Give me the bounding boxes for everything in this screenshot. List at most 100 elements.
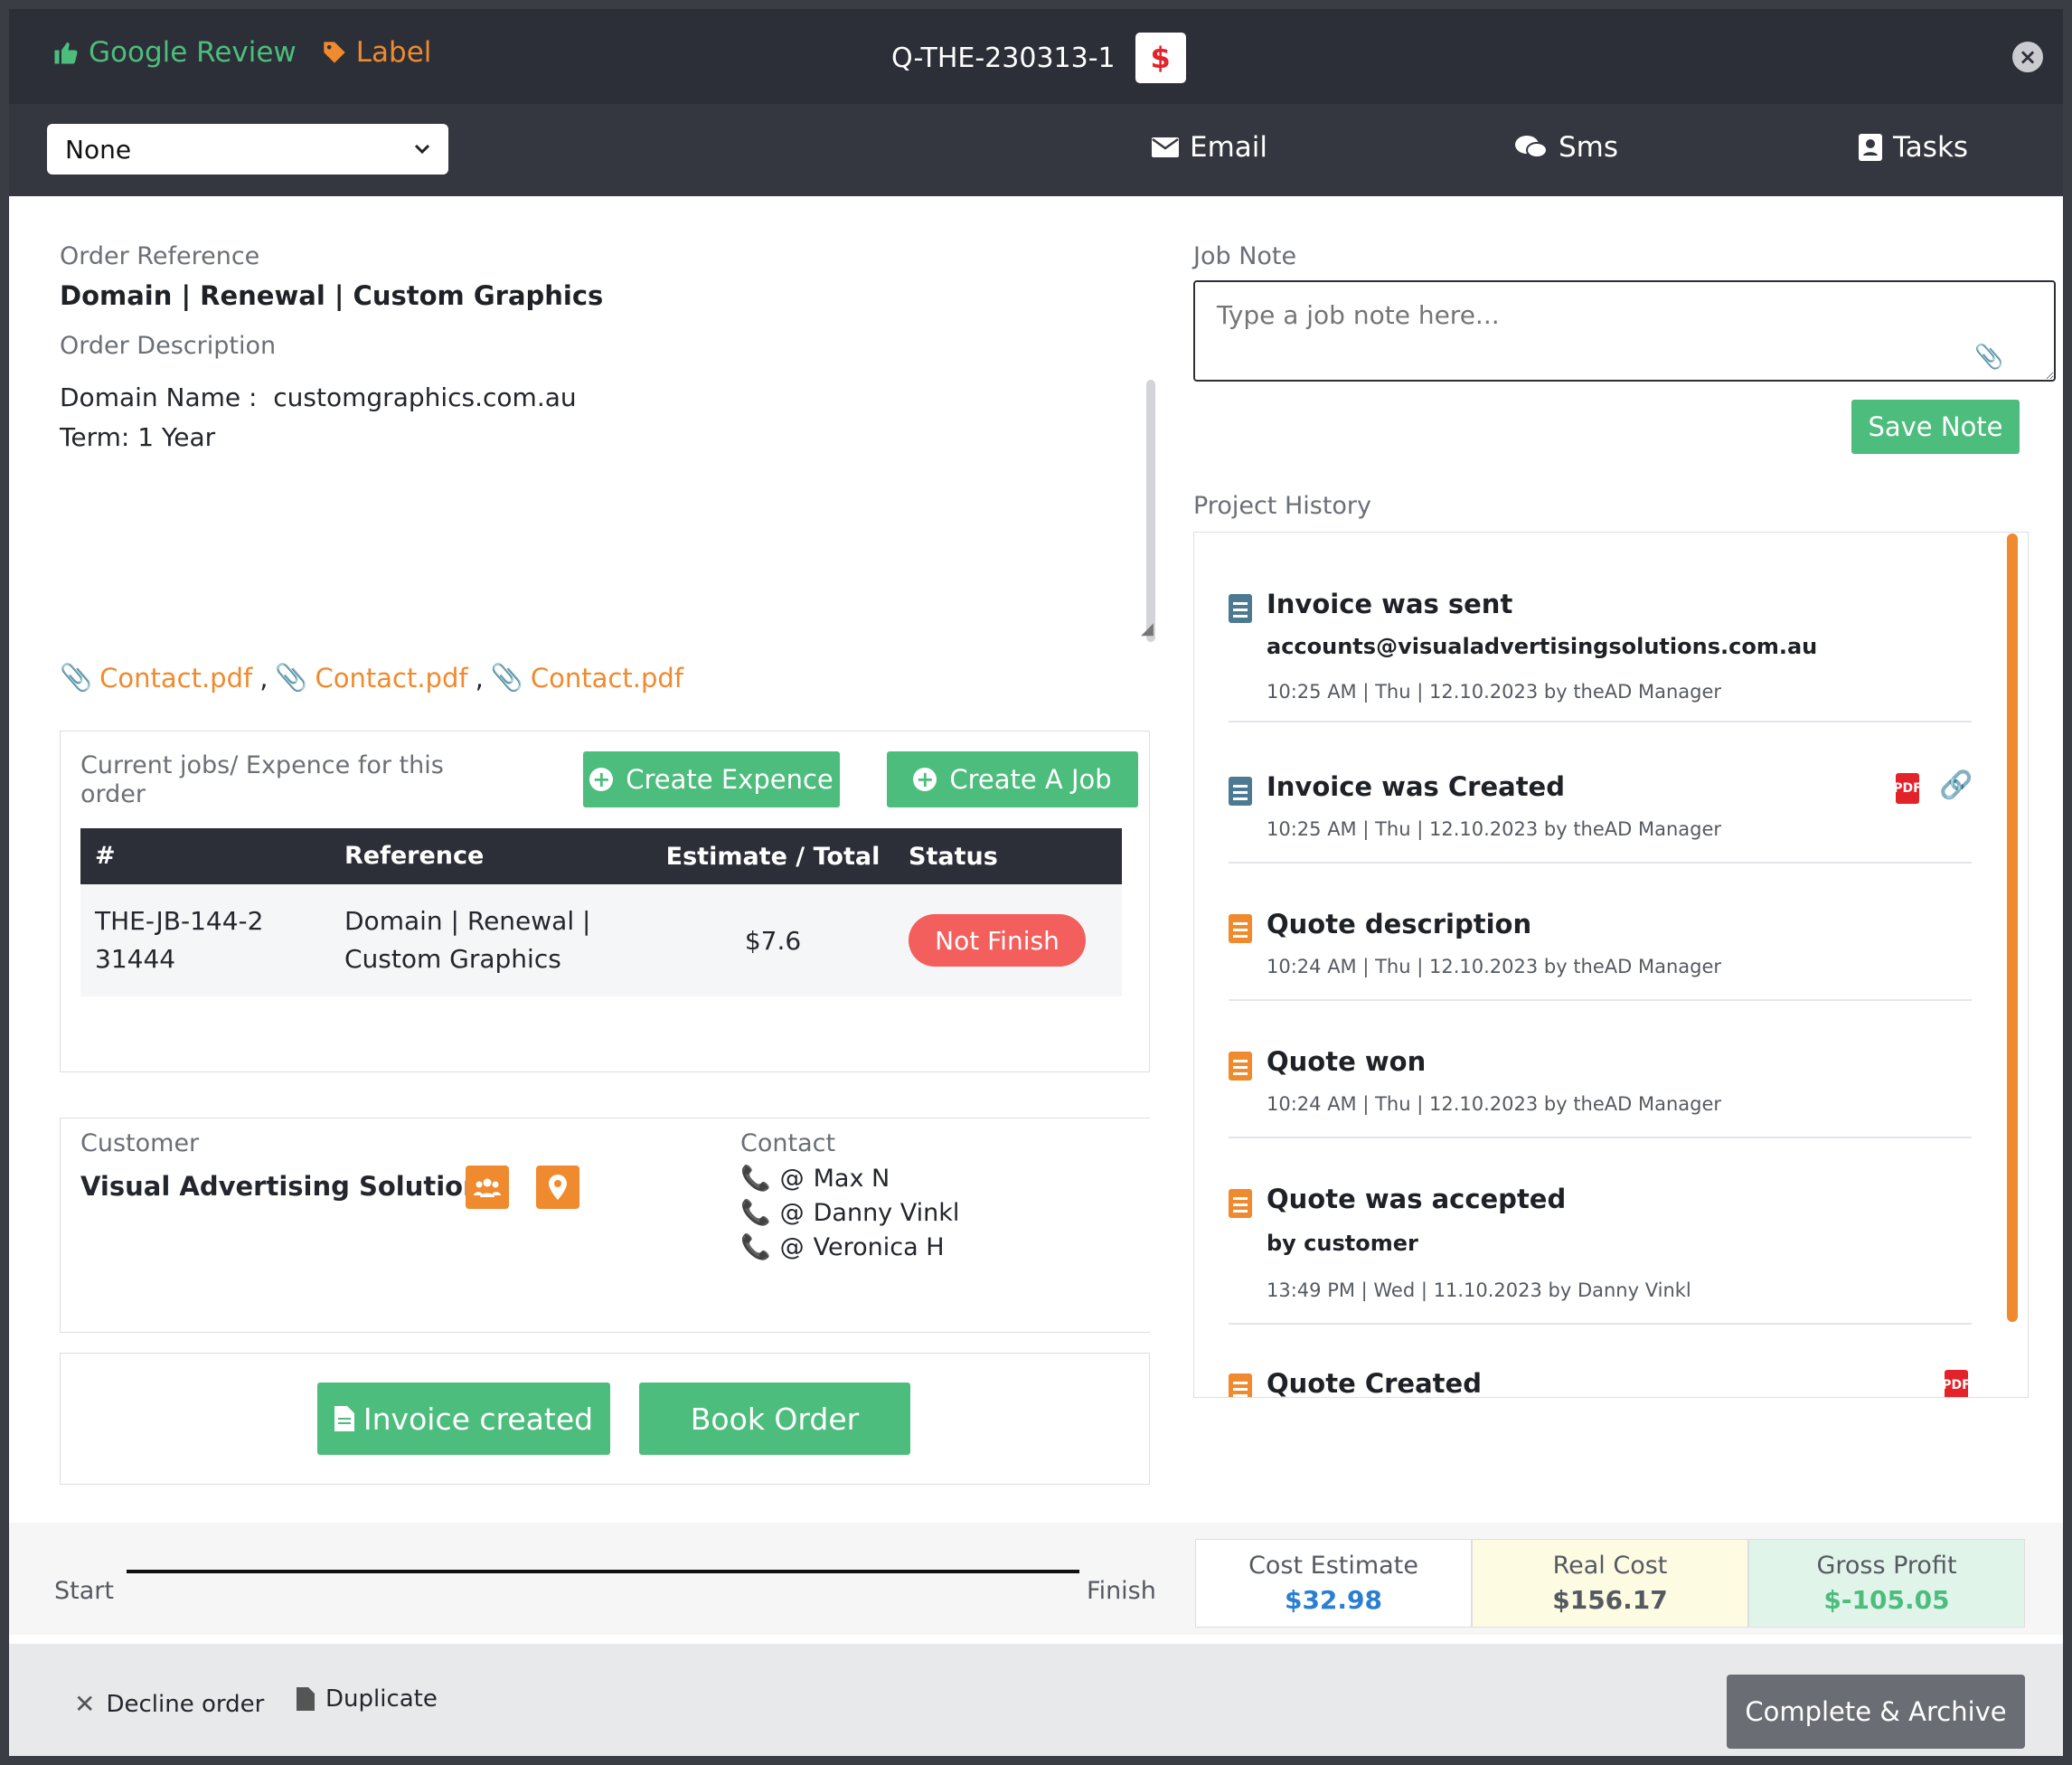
history-title: Quote won: [1267, 1046, 1427, 1077]
status-select[interactable]: None: [47, 124, 448, 175]
modal-toolbar: None Email Sms Tasks: [9, 104, 2063, 196]
list-item: 📞 @ Max N: [740, 1162, 959, 1196]
real-cost-value: $156.17: [1552, 1585, 1668, 1615]
plus-circle-icon: +: [589, 768, 614, 791]
jobs-panel: Current jobs/ Expence for this order + C…: [60, 731, 1150, 1072]
attachment-separator: ,: [259, 662, 268, 694]
project-history-list[interactable]: Invoice was sent accounts@visualadvertis…: [1193, 532, 2029, 1398]
document-icon: [1229, 1189, 1252, 1218]
attachment-link[interactable]: Contact.pdf: [531, 663, 683, 694]
phone-icon[interactable]: 📞: [740, 1196, 771, 1231]
envelope-icon: [1152, 137, 1179, 157]
dollar-button[interactable]: $: [1135, 33, 1186, 83]
list-item: Invoice was Created 10:25 AM | Thu | 12.…: [1229, 769, 1973, 864]
table-row[interactable]: THE-JB-144-231444 Domain | Renewal | Cus…: [80, 884, 1122, 996]
invoice-created-button[interactable]: Invoice created: [317, 1383, 610, 1455]
email-button[interactable]: Email: [1152, 131, 1267, 164]
dollar-icon: $: [1150, 41, 1171, 75]
document-icon: [1229, 914, 1252, 943]
map-pin-icon: [549, 1175, 567, 1200]
pdf-icon[interactable]: PDF: [1893, 773, 1922, 804]
document-icon: [1229, 1373, 1252, 1397]
divider: [1229, 721, 1972, 722]
complete-archive-button[interactable]: Complete & Archive: [1727, 1675, 2025, 1749]
job-note-input[interactable]: [1193, 280, 2056, 382]
jobs-table-header: # Reference Estimate / Total Status: [80, 828, 1122, 884]
order-id-group: Q-THE-230313-1 $: [891, 33, 1186, 83]
close-icon: ✕: [74, 1689, 96, 1719]
email-at-icon[interactable]: @: [780, 1162, 805, 1196]
order-id: Q-THE-230313-1: [891, 42, 1116, 74]
project-history-label: Project History: [1193, 492, 1372, 520]
document-icon: [1229, 1052, 1252, 1081]
history-title: Invoice was Created: [1267, 771, 1565, 802]
job-reference: Domain | Renewal | Custom Graphics: [344, 906, 591, 974]
column-header-status: Status: [909, 842, 998, 871]
attachment-link[interactable]: Contact.pdf: [316, 663, 468, 694]
description-line-2: Term: 1 Year: [60, 422, 216, 452]
google-review-button[interactable]: Google Review: [52, 36, 297, 69]
label-button[interactable]: Label: [322, 36, 431, 69]
invoice-created-label: Invoice created: [363, 1401, 594, 1437]
attach-note-icon[interactable]: 📎: [1974, 344, 2003, 371]
attachment-link[interactable]: Contact.pdf: [99, 663, 252, 694]
decline-order-button[interactable]: ✕ Decline order: [74, 1689, 264, 1719]
pdf-icon[interactable]: PDF: [1942, 1370, 1971, 1397]
users-icon: [474, 1178, 501, 1197]
list-item: 📞 @ Danny Vinkl: [740, 1196, 959, 1231]
sms-button[interactable]: Sms: [1515, 131, 1618, 164]
modal-header: Google Review Label Q-THE-230313-1 $ ×: [9, 9, 2063, 104]
create-expence-button[interactable]: + Create Expence: [583, 751, 840, 807]
email-at-icon[interactable]: @: [780, 1196, 805, 1231]
history-title: Quote description: [1267, 909, 1532, 939]
jobs-table: # Reference Estimate / Total Status THE-…: [80, 828, 1122, 996]
thumbs-up-icon: [54, 42, 78, 64]
progress-start-label: Start: [54, 1577, 114, 1605]
description-scrollbar[interactable]: [1146, 380, 1155, 642]
phone-icon[interactable]: 📞: [740, 1231, 771, 1265]
email-at-icon[interactable]: @: [780, 1231, 805, 1265]
close-button[interactable]: ×: [2012, 42, 2043, 72]
customer-location-button[interactable]: [536, 1166, 579, 1209]
decline-order-label: Decline order: [106, 1690, 265, 1718]
contact-book-icon: [1859, 134, 1882, 161]
paperclip-icon: 📎: [275, 662, 308, 693]
cost-estimate-label: Cost Estimate: [1248, 1552, 1418, 1580]
real-cost-box: Real Cost $156.17: [1472, 1539, 1748, 1628]
file-icon: [297, 1687, 315, 1711]
create-job-button[interactable]: + Create A Job: [887, 751, 1138, 807]
tasks-label: Tasks: [1893, 131, 1969, 164]
divider: [1229, 999, 1972, 1001]
job-note-label: Job Note: [1193, 242, 1297, 270]
history-title: Invoice was sent: [1267, 589, 1513, 619]
column-header-reference: Reference: [344, 842, 485, 870]
duplicate-button[interactable]: Duplicate: [297, 1685, 438, 1713]
list-item: Quote won 10:24 AM | Thu | 12.10.2023 by…: [1229, 1046, 1972, 1138]
header-left: Google Review Label: [52, 36, 431, 69]
history-scrollbar[interactable]: [2007, 533, 2018, 1322]
tasks-button[interactable]: Tasks: [1859, 131, 1968, 164]
order-description-area[interactable]: Domain Name : customgraphics.com.au Term…: [60, 378, 1155, 649]
save-note-button[interactable]: Save Note: [1851, 400, 2020, 454]
list-item: Quote was accepted by customer 13:49 PM …: [1229, 1184, 1972, 1325]
link-icon[interactable]: 🔗: [1939, 769, 1973, 801]
column-header-number: #: [95, 842, 116, 870]
phone-icon[interactable]: 📞: [740, 1162, 771, 1196]
duplicate-label: Duplicate: [325, 1685, 438, 1713]
contact-name: Veronica H: [813, 1233, 945, 1261]
history-subtitle: by customer: [1267, 1231, 1418, 1256]
history-title: Quote Created: [1267, 1368, 1482, 1398]
resize-grip-icon[interactable]: ◢: [1141, 609, 1154, 649]
book-order-label: Book Order: [690, 1401, 860, 1437]
google-review-label: Google Review: [89, 36, 297, 69]
book-order-button[interactable]: Book Order: [639, 1383, 910, 1455]
paperclip-icon: 📎: [490, 662, 523, 693]
customer-group-button[interactable]: [466, 1166, 509, 1209]
customer-name: Visual Advertising Solutions: [80, 1171, 497, 1202]
order-actions-panel: Invoice created Book Order: [60, 1353, 1150, 1485]
order-modal: Google Review Label Q-THE-230313-1 $ × N…: [9, 9, 2063, 1756]
history-title: Quote was accepted: [1267, 1184, 1567, 1214]
history-meta: 10:25 AM | Thu | 12.10.2023 by theAD Man…: [1267, 818, 1722, 840]
list-item: Invoice was sent accounts@visualadvertis…: [1229, 589, 1972, 722]
status-badge[interactable]: Not Finish: [909, 914, 1086, 967]
